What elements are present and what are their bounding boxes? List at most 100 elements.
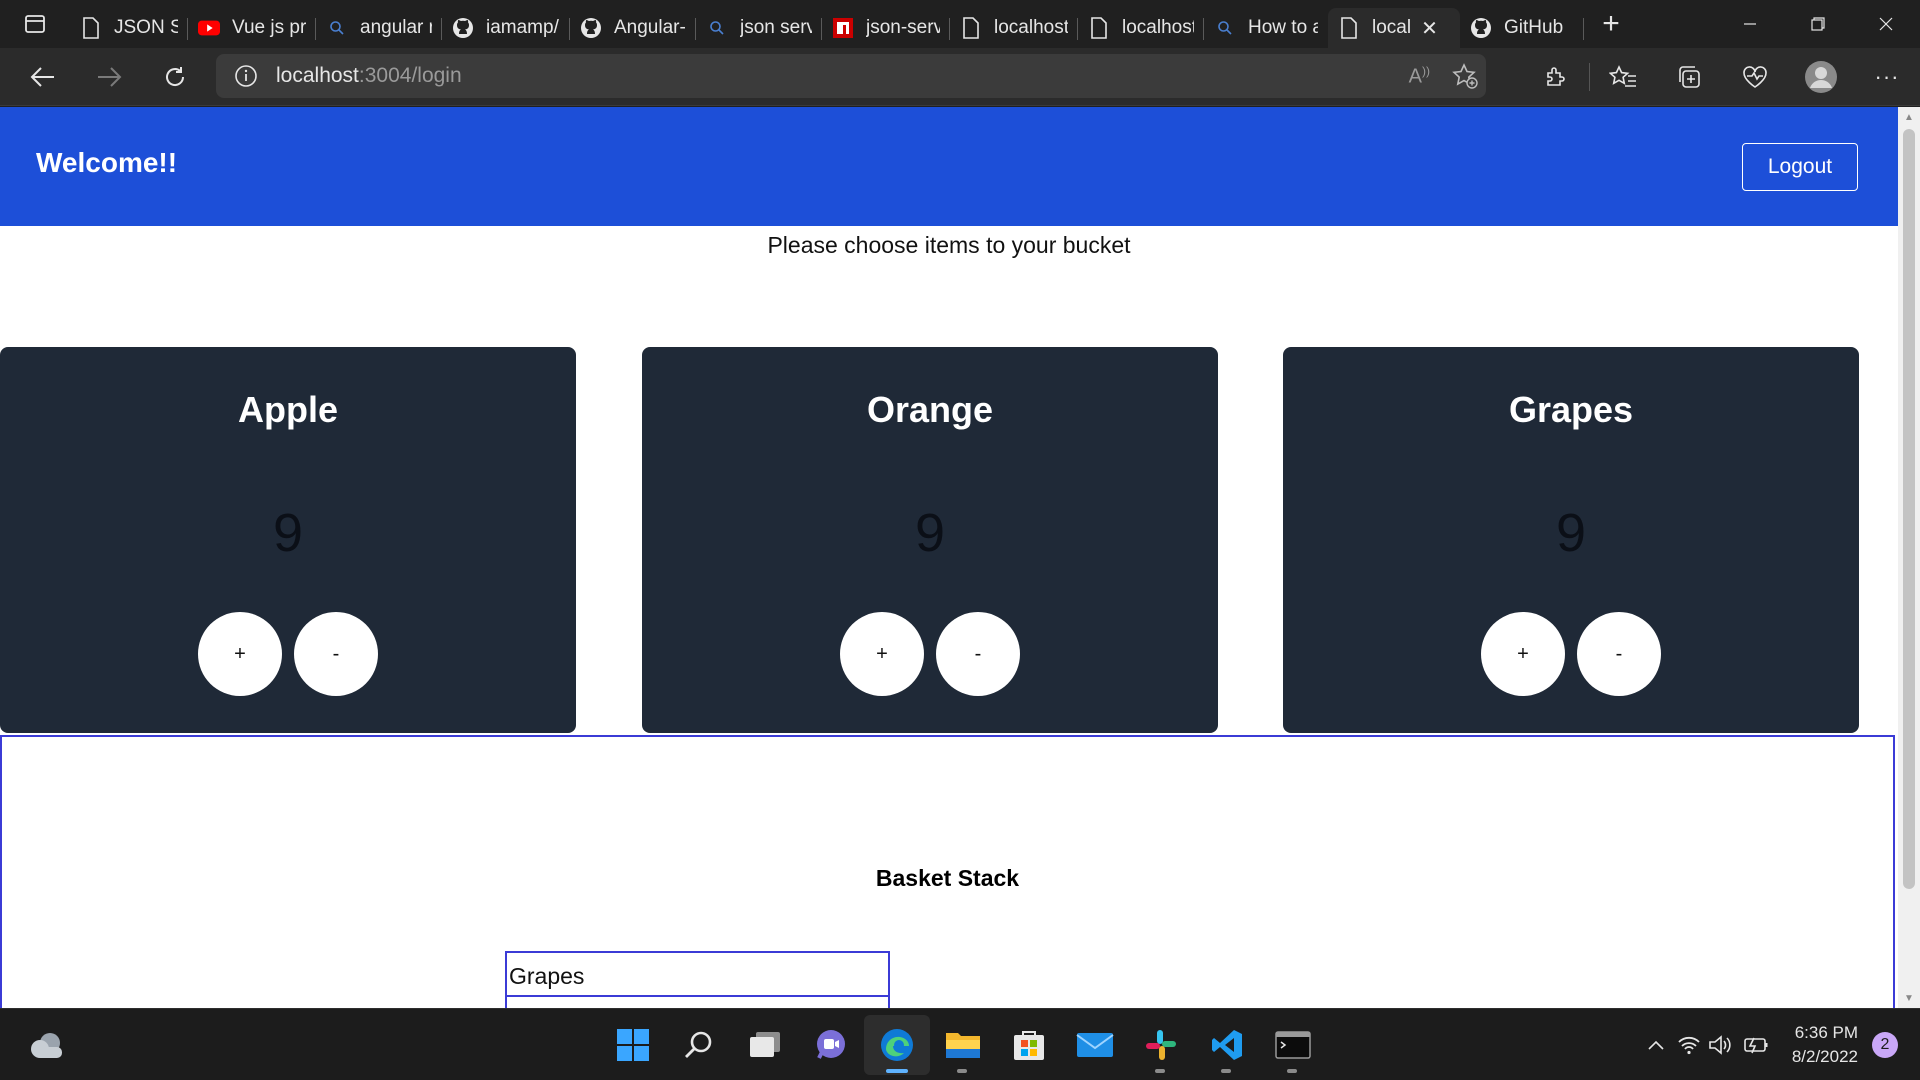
search-icon <box>326 17 348 39</box>
back-button[interactable] <box>10 48 76 106</box>
increment-button[interactable]: + <box>198 612 282 696</box>
tab-angular-search[interactable]: angular r <box>316 8 442 48</box>
tab-label: localhost <box>1122 17 1194 38</box>
scroll-thumb[interactable] <box>1903 129 1915 889</box>
tab-github[interactable]: GitHub <box>1460 8 1584 48</box>
slack-button[interactable] <box>1128 1015 1194 1075</box>
card-count: 9 <box>272 503 304 563</box>
tab-label: local <box>1372 17 1412 38</box>
basket-item <box>505 995 890 1008</box>
vscode-button[interactable] <box>1194 1015 1260 1075</box>
decrement-button[interactable]: - <box>294 612 378 696</box>
increment-button[interactable]: + <box>1481 612 1565 696</box>
close-window-button[interactable] <box>1852 0 1920 48</box>
search-icon <box>706 17 728 39</box>
fruit-card-apple: Apple 9 + - <box>0 347 576 733</box>
refresh-icon <box>166 66 185 86</box>
close-tab-icon[interactable]: ✕ <box>1421 16 1438 41</box>
wifi-icon[interactable] <box>1674 1009 1704 1080</box>
battery-icon[interactable] <box>1738 1009 1772 1080</box>
mail-button[interactable] <box>1062 1015 1128 1075</box>
npm-icon <box>832 17 854 39</box>
collections-button[interactable] <box>1656 48 1722 106</box>
tab-json-serv-search[interactable]: json serv <box>696 8 822 48</box>
heart-pulse-icon <box>1743 66 1767 88</box>
windows-logo-icon <box>617 1029 649 1061</box>
ellipsis-icon: ··· <box>1874 64 1900 89</box>
restore-button[interactable] <box>1784 0 1852 48</box>
close-icon <box>1879 17 1893 31</box>
search-icon <box>685 1031 712 1058</box>
tab-actions-button[interactable] <box>0 0 70 48</box>
new-tab-button[interactable]: + <box>1584 0 1638 48</box>
edge-taskbar-button[interactable] <box>864 1015 930 1075</box>
tab-how-to[interactable]: How to a <box>1204 8 1328 48</box>
forward-button[interactable] <box>76 48 142 106</box>
tab-localhost-1[interactable]: localhost <box>950 8 1078 48</box>
browser-toolbar: localhost:3004/login A)) ··· <box>0 48 1920 106</box>
tab-label: Angular- <box>614 17 686 38</box>
terminal-button[interactable] <box>1260 1015 1326 1075</box>
forward-arrow-icon <box>98 66 122 87</box>
show-hidden-icons-button[interactable] <box>1638 1009 1674 1080</box>
site-info-icon[interactable] <box>216 64 276 88</box>
extensions-button[interactable] <box>1523 48 1589 106</box>
card-count: 9 <box>914 503 946 563</box>
restore-icon <box>1811 17 1825 31</box>
volume-icon[interactable] <box>1704 1009 1738 1080</box>
refresh-button[interactable] <box>142 48 208 106</box>
vertical-scrollbar[interactable]: ▲ ▼ <box>1898 107 1920 1008</box>
increment-button[interactable]: + <box>840 612 924 696</box>
start-button[interactable] <box>600 1015 666 1075</box>
scroll-up-arrow-icon[interactable]: ▲ <box>1898 107 1920 127</box>
decrement-button[interactable]: - <box>1577 612 1661 696</box>
taskbar-search-button[interactable] <box>666 1015 732 1075</box>
basket-item: Grapes <box>505 951 890 997</box>
tab-strip: JSON Ser Vue js pr angular r iamamp/ Ang… <box>0 0 1920 48</box>
mail-icon <box>1076 1033 1114 1057</box>
teams-chat-button[interactable] <box>798 1015 864 1075</box>
active-indicator <box>886 1069 908 1073</box>
running-indicator <box>1155 1069 1165 1073</box>
task-view-button[interactable] <box>732 1015 798 1075</box>
welcome-title: Welcome!! <box>36 147 178 178</box>
profile-button[interactable] <box>1788 48 1854 106</box>
tab-json-server[interactable]: JSON Ser <box>70 8 188 48</box>
browser-essentials-button[interactable] <box>1722 48 1788 106</box>
microsoft-store-button[interactable] <box>996 1015 1062 1075</box>
taskbar-clock[interactable]: 6:36 PM 8/2/2022 <box>1772 1021 1872 1069</box>
running-indicator <box>957 1069 967 1073</box>
github-icon <box>452 17 474 39</box>
tab-vue-js[interactable]: Vue js pr <box>188 8 316 48</box>
system-tray: 6:36 PM 8/2/2022 2 <box>1638 1009 1920 1080</box>
youtube-icon <box>198 17 220 39</box>
address-bar[interactable]: localhost:3004/login A)) <box>216 54 1486 98</box>
tab-json-serv-npm[interactable]: json-serv <box>822 8 950 48</box>
tab-localhost-active[interactable]: local ✕ <box>1328 8 1460 48</box>
tab-iamamp[interactable]: iamamp/ <box>442 8 570 48</box>
settings-more-button[interactable]: ··· <box>1854 48 1920 106</box>
notification-badge[interactable]: 2 <box>1872 1032 1898 1058</box>
logout-button[interactable]: Logout <box>1742 143 1858 191</box>
file-explorer-button[interactable] <box>930 1015 996 1075</box>
weather-widget[interactable] <box>28 1029 68 1063</box>
page-icon <box>80 17 102 39</box>
add-favorite-icon[interactable] <box>1452 63 1478 89</box>
tab-angular-github[interactable]: Angular- <box>570 8 696 48</box>
favorites-button[interactable] <box>1590 48 1656 106</box>
tab-list: JSON Ser Vue js pr angular r iamamp/ Ang… <box>70 0 1584 48</box>
github-icon <box>1470 17 1492 39</box>
search-icon <box>1214 17 1236 39</box>
read-aloud-icon[interactable]: A)) <box>1409 64 1430 89</box>
card-title: Grapes <box>1508 389 1634 430</box>
tab-localhost-2[interactable]: localhost <box>1078 8 1204 48</box>
chevron-up-icon <box>1648 1040 1664 1050</box>
tab-label: GitHub <box>1504 17 1564 38</box>
minimize-button[interactable] <box>1716 0 1784 48</box>
scroll-down-arrow-icon[interactable]: ▼ <box>1898 988 1920 1008</box>
url-path: :3004/login <box>358 64 462 87</box>
decrement-button[interactable]: - <box>936 612 1020 696</box>
minimize-icon <box>1744 23 1756 25</box>
back-arrow-icon <box>30 66 54 87</box>
tab-actions-icon <box>25 15 45 33</box>
